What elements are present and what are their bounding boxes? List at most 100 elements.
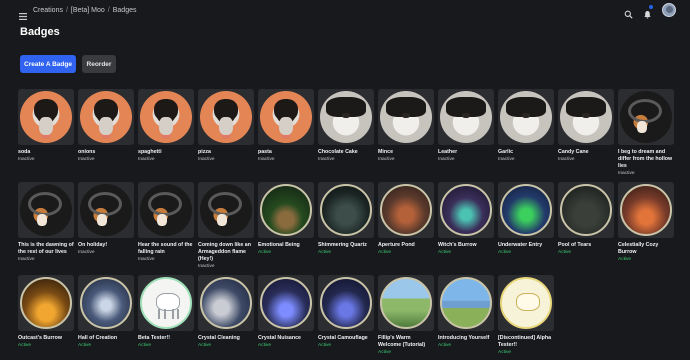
badge-thumbnail-frame[interactable] — [498, 182, 554, 238]
badge-card[interactable]: Candy Cane Inactive — [558, 89, 614, 179]
badge-card[interactable]: Introducing Yourself Active — [438, 275, 494, 360]
badge-thumbnail-frame[interactable] — [258, 182, 314, 238]
badge-thumbnail-frame[interactable] — [378, 182, 434, 238]
search-icon[interactable] — [624, 6, 633, 19]
badge-card[interactable]: spaghetti Inactive — [138, 89, 194, 179]
badge-thumbnail-frame[interactable] — [498, 275, 554, 331]
badge-name[interactable]: onions — [78, 149, 134, 156]
badge-name[interactable]: Mince — [378, 149, 434, 156]
badge-name[interactable]: Chocolate Cake — [318, 149, 374, 156]
badge-name[interactable]: Candy Cane — [558, 149, 614, 156]
badge-card[interactable]: Shimmering Quartz Active — [318, 182, 374, 272]
badge-thumbnail-frame[interactable] — [138, 275, 194, 331]
badge-thumbnail-frame[interactable] — [618, 182, 674, 238]
badge-card[interactable]: pizza Inactive — [198, 89, 254, 179]
badge-thumbnail-frame[interactable] — [78, 182, 134, 238]
badge-card[interactable]: Leather Inactive — [438, 89, 494, 179]
badge-name[interactable]: Crystal Nuisance — [258, 335, 314, 342]
badge-card[interactable]: Chocolate Cake Inactive — [318, 89, 374, 179]
badge-thumbnail-frame[interactable] — [78, 275, 134, 331]
badge-card[interactable]: Beta Tester!! Active — [138, 275, 194, 360]
badge-name[interactable]: Crystal Cleaning — [198, 335, 254, 342]
badge-thumbnail-frame[interactable] — [438, 89, 494, 145]
badge-name[interactable]: Pool of Tears — [558, 242, 614, 249]
badge-thumbnail-frame[interactable] — [558, 89, 614, 145]
badge-name[interactable]: Leather — [438, 149, 494, 156]
badge-thumbnail-frame[interactable] — [18, 275, 74, 331]
badge-card[interactable]: soda Inactive — [18, 89, 74, 179]
badge-thumbnail-frame[interactable] — [318, 89, 374, 145]
badge-thumbnail-frame[interactable] — [258, 275, 314, 331]
badge-thumbnail-frame[interactable] — [498, 89, 554, 145]
badge-name[interactable]: Emotional Being — [258, 242, 314, 249]
badge-name[interactable]: Shimmering Quartz — [318, 242, 374, 249]
badge-card[interactable]: Crystal Camouflage Active — [318, 275, 374, 360]
badge-card[interactable]: Crystal Cleaning Active — [198, 275, 254, 360]
badge-card[interactable]: [Discontinued] Alpha Tester!! Active — [498, 275, 554, 360]
badge-name[interactable]: Crystal Camouflage — [318, 335, 374, 342]
badge-card[interactable]: I beg to dream and differ from the hollo… — [618, 89, 674, 179]
badge-thumbnail-frame[interactable] — [438, 275, 494, 331]
badge-thumbnail-frame[interactable] — [258, 89, 314, 145]
badge-name[interactable]: Garlic — [498, 149, 554, 156]
badge-card[interactable]: pasta Inactive — [258, 89, 314, 179]
badge-card[interactable]: Coming down like an Armageddon flame (He… — [198, 182, 254, 272]
badge-thumbnail-frame[interactable] — [318, 275, 374, 331]
badge-thumbnail-frame[interactable] — [198, 182, 254, 238]
badge-card[interactable]: Underwater Entry Active — [498, 182, 554, 272]
badge-name[interactable]: spaghetti — [138, 149, 194, 156]
badge-card[interactable]: Hear the sound of the falling rain Inacti… — [138, 182, 194, 272]
badge-card[interactable]: On holiday! Inactive — [78, 182, 134, 272]
badge-card[interactable]: Fillip's Warm Welcome (Tutorial) Active — [378, 275, 434, 360]
badge-thumbnail-frame[interactable] — [438, 182, 494, 238]
sidebar-toggle-icon[interactable] — [19, 7, 27, 20]
breadcrumb-creations[interactable]: Creations — [33, 7, 63, 14]
badge-name[interactable]: Hear the sound of the falling rain — [138, 242, 194, 256]
badge-card[interactable]: Hall of Creation Active — [78, 275, 134, 360]
badge-name[interactable]: This is the dawning of the rest of our l… — [18, 242, 74, 256]
badge-thumbnail-frame[interactable] — [378, 275, 434, 331]
badge-card[interactable]: Outcast's Burrow Active — [18, 275, 74, 360]
badge-name[interactable]: Outcast's Burrow — [18, 335, 74, 342]
badge-card[interactable]: Pool of Tears Active — [558, 182, 614, 272]
badge-thumbnail-frame[interactable] — [138, 89, 194, 145]
bell-icon[interactable] — [643, 4, 653, 18]
badge-card[interactable]: Witch's Burrow Active — [438, 182, 494, 272]
badge-name[interactable]: Underwater Entry — [498, 242, 554, 249]
badge-thumbnail-frame[interactable] — [198, 89, 254, 145]
create-badge-button[interactable]: Create A Badge — [20, 55, 76, 73]
badge-name[interactable]: Introducing Yourself — [438, 335, 494, 342]
breadcrumb-experience[interactable]: [Beta] Moo — [71, 7, 105, 14]
badge-thumbnail-frame[interactable] — [78, 89, 134, 145]
badge-name[interactable]: pizza — [198, 149, 254, 156]
badge-card[interactable]: Crystal Nuisance Active — [258, 275, 314, 360]
badge-card[interactable]: Mince Inactive — [378, 89, 434, 179]
badge-thumbnail-frame[interactable] — [558, 182, 614, 238]
badge-name[interactable]: [Discontinued] Alpha Tester!! — [498, 335, 554, 349]
reorder-button[interactable]: Reorder — [82, 55, 116, 73]
badge-name[interactable]: I beg to dream and differ from the hollo… — [618, 149, 674, 170]
badge-card[interactable]: onions Inactive — [78, 89, 134, 179]
badge-card[interactable]: Garlic Inactive — [498, 89, 554, 179]
badge-card[interactable]: Celestially Cozy Burrow Active — [618, 182, 674, 272]
badge-name[interactable]: On holiday! — [78, 242, 134, 249]
badge-thumbnail-frame[interactable] — [378, 89, 434, 145]
badge-card[interactable]: Emotional Being Active — [258, 182, 314, 272]
badge-name[interactable]: Hall of Creation — [78, 335, 134, 342]
badge-name[interactable]: Coming down like an Armageddon flame (He… — [198, 242, 254, 263]
badge-thumbnail-frame[interactable] — [618, 89, 674, 145]
badge-thumbnail-frame[interactable] — [18, 89, 74, 145]
badge-thumbnail-frame[interactable] — [138, 182, 194, 238]
badge-name[interactable]: soda — [18, 149, 74, 156]
badge-thumbnail-frame[interactable] — [18, 182, 74, 238]
avatar[interactable] — [662, 3, 676, 17]
badge-card[interactable]: Aperture Pond Active — [378, 182, 434, 272]
badge-card[interactable]: This is the dawning of the rest of our l… — [18, 182, 74, 272]
badge-name[interactable]: Aperture Pond — [378, 242, 434, 249]
badge-name[interactable]: Fillip's Warm Welcome (Tutorial) — [378, 335, 434, 349]
badge-thumbnail-frame[interactable] — [318, 182, 374, 238]
badge-name[interactable]: Witch's Burrow — [438, 242, 494, 249]
badge-name[interactable]: pasta — [258, 149, 314, 156]
badge-thumbnail-frame[interactable] — [198, 275, 254, 331]
badge-name[interactable]: Celestially Cozy Burrow — [618, 242, 674, 256]
